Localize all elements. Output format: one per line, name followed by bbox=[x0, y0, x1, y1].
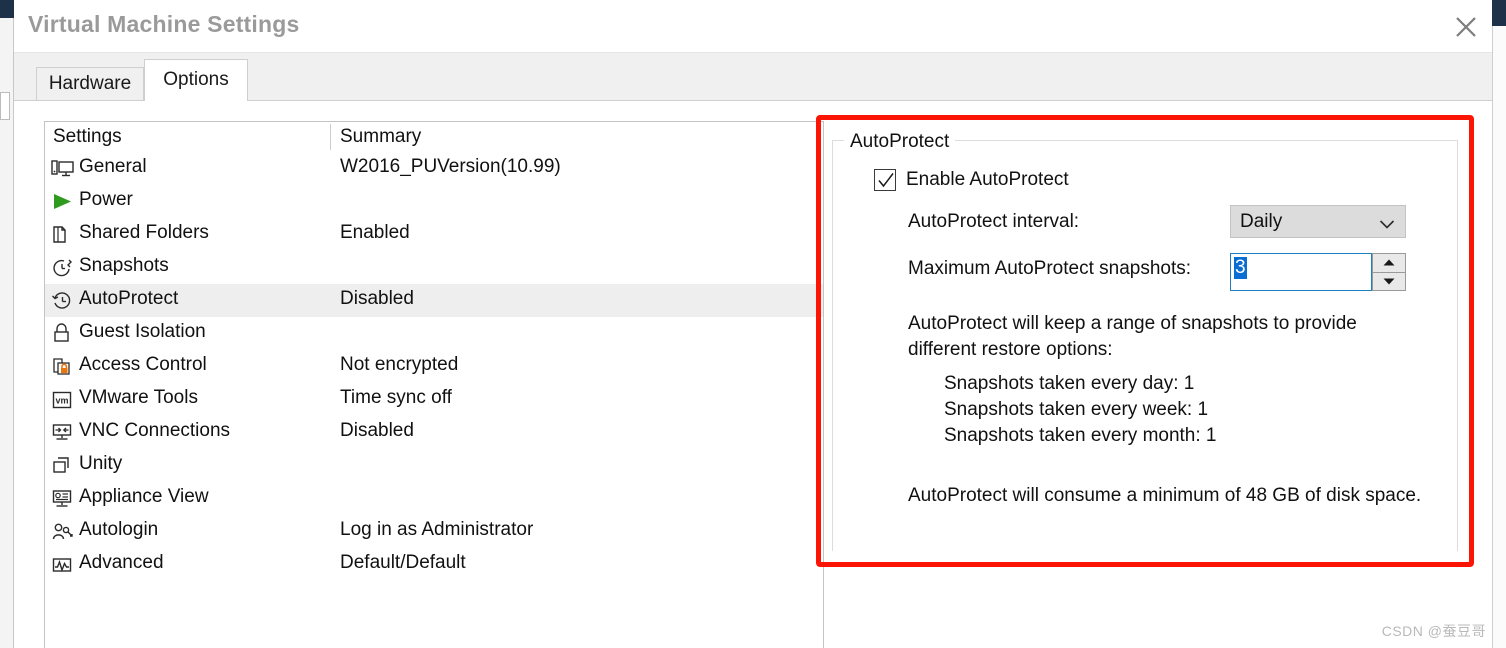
max-snapshots-value: 3 bbox=[1234, 257, 1247, 279]
dialog-titlebar: Virtual Machine Settings bbox=[14, 0, 1492, 52]
virtual-machine-settings-dialog: Virtual Machine Settings Hardware Option… bbox=[14, 0, 1492, 648]
svg-text:vm: vm bbox=[55, 396, 68, 406]
background-right-panel: e a bbox=[1492, 26, 1506, 648]
vm-badge-icon: vm bbox=[51, 389, 75, 411]
tab-hardware-label: Hardware bbox=[48, 73, 132, 94]
list-item-summary: Log in as Administrator bbox=[340, 519, 534, 540]
list-item[interactable]: General W2016_PUVersion(10.99) bbox=[45, 152, 823, 185]
list-item-summary: Disabled bbox=[340, 420, 414, 441]
vnc-arrows-icon bbox=[51, 422, 75, 444]
background-left-chip bbox=[0, 92, 10, 120]
tab-hardware[interactable]: Hardware bbox=[36, 67, 144, 100]
max-snapshots-label: Maximum AutoProtect snapshots: bbox=[908, 258, 1192, 279]
settings-list-header: Settings Summary bbox=[45, 122, 823, 152]
list-item[interactable]: Unity bbox=[45, 449, 823, 482]
monitor-icon bbox=[51, 158, 75, 180]
enable-autoprotect-checkbox[interactable]: Enable AutoProtect bbox=[874, 169, 1069, 191]
list-item-label: AutoProtect bbox=[79, 288, 179, 309]
autoprotect-description: AutoProtect will keep a range of snapsho… bbox=[908, 313, 1357, 360]
user-key-icon bbox=[51, 521, 75, 543]
list-item-label: Appliance View bbox=[79, 486, 209, 507]
checkmark-icon bbox=[878, 173, 894, 188]
schedule-line: Snapshots taken every week: 1 bbox=[944, 399, 1209, 420]
autoprotect-panel: AutoProtect Enable AutoProtect AutoProte… bbox=[832, 131, 1458, 551]
list-item-label: Unity bbox=[79, 453, 123, 474]
spinner-down-icon bbox=[1383, 278, 1395, 285]
column-divider bbox=[330, 124, 331, 150]
autoprotect-schedule-list: Snapshots taken every day: 1 Snapshots t… bbox=[944, 371, 1464, 449]
list-item[interactable]: Power bbox=[45, 185, 823, 218]
list-item-summary: W2016_PUVersion(10.99) bbox=[340, 156, 561, 177]
list-item-label: General bbox=[79, 156, 147, 177]
list-item-summary: Default/Default bbox=[340, 552, 466, 573]
folder-icon bbox=[51, 224, 75, 246]
list-item-label: Advanced bbox=[79, 552, 164, 573]
background-titlebar-right bbox=[1492, 0, 1506, 26]
checkbox-box bbox=[874, 169, 896, 191]
chevron-down-icon bbox=[1379, 217, 1395, 235]
stepper-buttons bbox=[1372, 253, 1406, 291]
settings-list: Settings Summary General W2016_PUVersion… bbox=[44, 121, 824, 648]
list-item-summary: Not encrypted bbox=[340, 354, 459, 375]
waveform-icon bbox=[51, 554, 75, 576]
list-item[interactable]: Access Control Not encrypted bbox=[45, 350, 823, 383]
watermark: CSDN @蚕豆哥 bbox=[1381, 623, 1486, 639]
enable-autoprotect-label: Enable AutoProtect bbox=[906, 169, 1069, 190]
list-item-summary: Time sync off bbox=[340, 387, 452, 408]
appliance-icon bbox=[51, 488, 75, 510]
schedule-line: Snapshots taken every month: 1 bbox=[944, 425, 1217, 446]
close-button[interactable] bbox=[1444, 6, 1488, 46]
padlock-icon bbox=[51, 323, 75, 345]
list-item-label: VNC Connections bbox=[79, 420, 231, 441]
max-snapshots-stepper[interactable]: 3 bbox=[1230, 253, 1406, 291]
list-item-label: Snapshots bbox=[79, 255, 169, 276]
column-header-summary: Summary bbox=[340, 126, 422, 147]
spinner-up-icon bbox=[1383, 259, 1395, 266]
list-item-label: Guest Isolation bbox=[79, 321, 206, 342]
screenshot-root: e a Virtual Machine Settings Hardware Op… bbox=[0, 0, 1506, 648]
list-item[interactable]: Autologin Log in as Administrator bbox=[45, 515, 823, 548]
list-item-summary: Enabled bbox=[340, 222, 410, 243]
list-item[interactable]: Appliance View bbox=[45, 482, 823, 515]
list-item-label: Access Control bbox=[79, 354, 207, 375]
dialog-content: Settings Summary General W2016_PUVersion… bbox=[14, 100, 1492, 648]
clock-back-icon bbox=[51, 290, 75, 312]
play-triangle-icon bbox=[51, 191, 75, 213]
schedule-line: Snapshots taken every day: 1 bbox=[944, 373, 1195, 394]
dialog-title: Virtual Machine Settings bbox=[28, 11, 300, 37]
stepper-up-button[interactable] bbox=[1372, 253, 1406, 273]
list-item[interactable]: Advanced Default/Default bbox=[45, 548, 823, 581]
list-item[interactable]: Guest Isolation bbox=[45, 317, 823, 350]
list-item[interactable]: vm VMware Tools Time sync off bbox=[45, 383, 823, 416]
tab-options-label: Options bbox=[163, 69, 229, 90]
windows-stack-icon bbox=[51, 455, 75, 477]
stepper-down-button[interactable] bbox=[1372, 272, 1406, 291]
autoprotect-interval-dropdown[interactable]: Daily bbox=[1230, 205, 1406, 238]
tab-strip: Hardware Options bbox=[14, 52, 1492, 100]
background-titlebar-left bbox=[0, 0, 14, 18]
list-item-label: Shared Folders bbox=[79, 222, 209, 243]
list-item-label: VMware Tools bbox=[79, 387, 198, 408]
list-item[interactable]: Shared Folders Enabled bbox=[45, 218, 823, 251]
list-item[interactable]: Snapshots bbox=[45, 251, 823, 284]
column-header-settings: Settings bbox=[53, 126, 122, 147]
autoprotect-disk-usage-note: AutoProtect will consume a minimum of 48… bbox=[908, 485, 1422, 506]
autoprotect-interval-label: AutoProtect interval: bbox=[908, 211, 1080, 232]
autoprotect-interval-value: Daily bbox=[1240, 210, 1283, 232]
list-item-label: Autologin bbox=[79, 519, 159, 540]
close-icon bbox=[1456, 17, 1476, 37]
autoprotect-group-legend: AutoProtect bbox=[844, 131, 956, 153]
list-item-summary: Disabled bbox=[340, 288, 414, 309]
list-item-autoprotect[interactable]: AutoProtect Disabled bbox=[45, 284, 823, 317]
document-lock-icon bbox=[51, 356, 75, 378]
list-item[interactable]: VNC Connections Disabled bbox=[45, 416, 823, 449]
active-tab-seam bbox=[145, 100, 247, 102]
max-snapshots-input[interactable]: 3 bbox=[1230, 253, 1372, 291]
list-item-label: Power bbox=[79, 189, 133, 210]
tab-options[interactable]: Options bbox=[144, 59, 248, 100]
clock-wrench-icon bbox=[51, 257, 75, 279]
